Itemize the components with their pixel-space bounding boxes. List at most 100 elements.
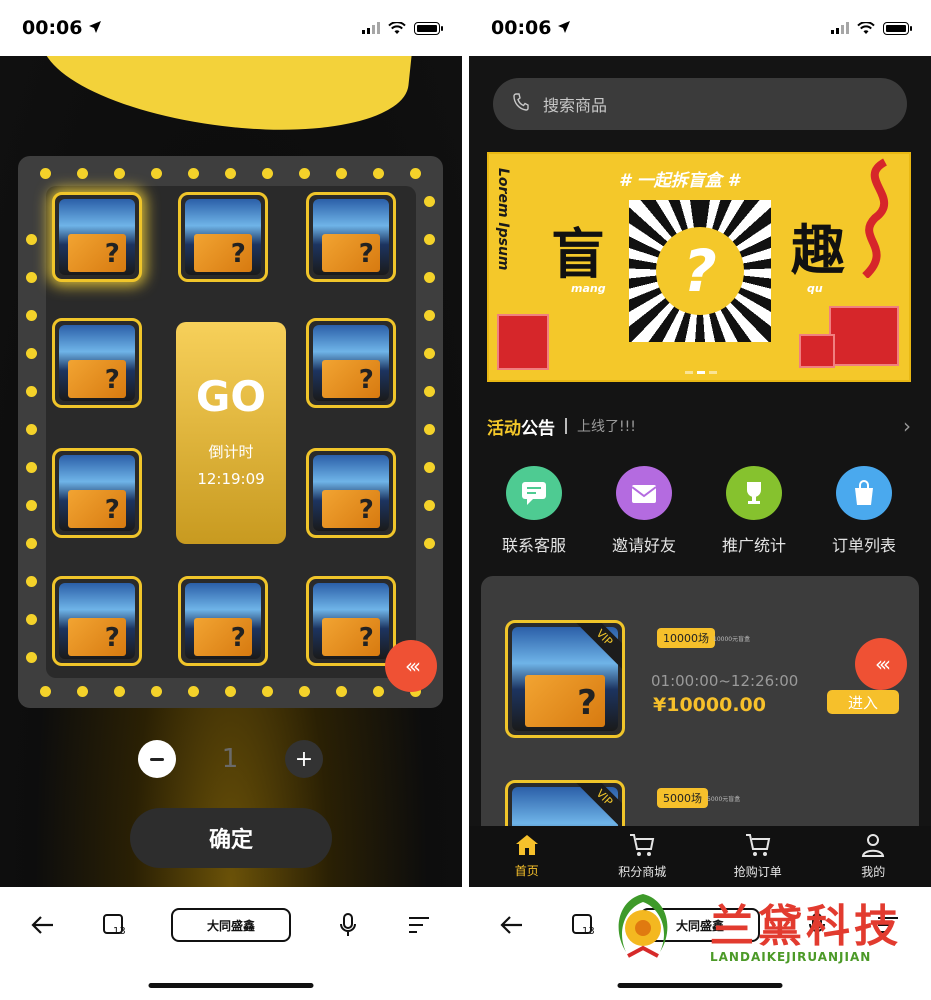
gift-box-icon [799, 334, 835, 368]
blind-box-tile[interactable]: ? [178, 192, 268, 282]
tab-home[interactable]: 首页 [477, 834, 577, 879]
marquee-dot [262, 686, 273, 697]
tab-bar: 首页 积分商城 抢购订单 我的 [469, 826, 931, 887]
announcement-bar[interactable]: 活动 公告 上线了!!! › [487, 410, 911, 442]
go-button[interactable]: GO 倒计时 12:19:09 [176, 322, 286, 544]
home-indicator [617, 983, 783, 988]
minus-button[interactable] [138, 740, 176, 778]
battery-icon [883, 21, 912, 35]
countdown-label: 倒计时 [208, 443, 254, 461]
session-badge-sub: 5000元盲盒 [707, 796, 741, 803]
countdown-value: 12:19:09 [197, 470, 265, 488]
right-phone: 00:06 搜索商品 Lorem Ipsum # 一起拆盲盒 # 盲 mang … [469, 0, 931, 1000]
blind-box-tile[interactable]: ? [306, 192, 396, 282]
quick-action-label: 推广统计 [721, 536, 786, 555]
blind-box-tile[interactable]: ? [306, 576, 396, 666]
promo-banner[interactable]: Lorem Ipsum # 一起拆盲盒 # 盲 mang ? 趣 qu [487, 152, 911, 382]
svg-text:13: 13 [582, 926, 595, 937]
cart-icon [630, 834, 655, 856]
float-back-button[interactable]: ‹‹‹ [385, 640, 437, 692]
quick-actions: 联系客服 邀请好友 推广统计 订单列表 [479, 466, 919, 556]
marquee-dot [424, 348, 435, 359]
marquee-dot [424, 462, 435, 473]
blind-box-tile[interactable]: ? [52, 318, 142, 408]
tab-label: 我的 [861, 865, 886, 879]
svg-text:13: 13 [113, 926, 126, 937]
enter-button[interactable]: 进入 [827, 690, 899, 714]
marquee-dot [77, 686, 88, 697]
blind-box-tile[interactable]: ? [178, 576, 268, 666]
marquee-dot [424, 386, 435, 397]
marquee-dot [424, 196, 435, 207]
trophy-icon [726, 466, 782, 520]
home-indicator [148, 983, 314, 988]
wifi-icon [388, 21, 406, 34]
blind-box-tile[interactable]: ? [306, 318, 396, 408]
search-input[interactable]: 搜索商品 [493, 78, 907, 130]
marquee-dot [225, 168, 236, 179]
quick-action-invite[interactable]: 邀请好友 [589, 466, 699, 556]
marquee-dot [410, 168, 421, 179]
blind-box-image: ? [59, 583, 135, 659]
blind-box-image: ? [59, 455, 135, 531]
marquee-dot [114, 168, 125, 179]
blind-box-tile[interactable]: ? [52, 192, 142, 282]
quick-action-orders[interactable]: 订单列表 [809, 466, 919, 556]
address-bar[interactable]: 大同盛鑫 [171, 908, 291, 942]
quantity-value: 1 [221, 744, 239, 774]
decorative-shape [34, 56, 416, 145]
banner-left-pinyin: mang [571, 282, 606, 295]
microphone-icon[interactable] [333, 910, 363, 940]
tab-label: 积分商城 [618, 865, 667, 879]
status-icons [831, 21, 912, 35]
blind-box-image: ? [313, 325, 389, 401]
blind-box-tile[interactable]: ? [52, 576, 142, 666]
float-back-button[interactable]: ‹‹‹ [855, 638, 907, 690]
triple-chevron-icon: ‹‹‹ [405, 654, 421, 678]
blind-box-tile[interactable]: ? [306, 448, 396, 538]
confirm-button[interactable]: 确定 [130, 808, 332, 868]
back-arrow-icon[interactable] [497, 910, 527, 940]
location-arrow-icon [557, 17, 571, 39]
blind-box-image: ? [313, 455, 389, 531]
marquee-dot [188, 686, 199, 697]
watermark-subtext: LANDAIKEJIRUANJIAN [710, 950, 872, 964]
session-badge: 10000场 [657, 628, 715, 648]
tabs-icon[interactable]: 13 [569, 910, 599, 940]
quick-action-label: 订单列表 [831, 536, 896, 555]
product-image[interactable]: ? VIP [505, 620, 625, 738]
screenshot-root: 00:06 ? ? ? ? ? ? ? ? ? ? GO 倒计时 12:19:0… [0, 0, 931, 1000]
marquee-dot [26, 652, 37, 663]
tab-rush-orders[interactable]: 抢购订单 [708, 833, 808, 880]
question-mark-icon: ? [656, 227, 744, 315]
marquee-dot [151, 168, 162, 179]
marquee-dot [373, 168, 384, 179]
tabs-icon[interactable]: 13 [100, 910, 130, 940]
banner-title: # 一起拆盲盒 # [619, 171, 740, 191]
marquee-dot [188, 168, 199, 179]
plus-button[interactable]: + [285, 740, 323, 778]
status-time-text: 00:06 [22, 17, 83, 39]
quick-action-customer-service[interactable]: 联系客服 [479, 466, 589, 556]
banner-mystery-graphic: ? [629, 200, 771, 342]
status-time: 00:06 [22, 17, 102, 39]
back-arrow-icon[interactable] [28, 910, 58, 940]
marquee-dot [40, 686, 51, 697]
location-arrow-icon [88, 17, 102, 39]
tab-mine[interactable]: 我的 [823, 833, 923, 880]
mail-icon [616, 466, 672, 520]
quick-action-stats[interactable]: 推广统计 [699, 466, 809, 556]
bag-icon [836, 466, 892, 520]
tab-points-mall[interactable]: 积分商城 [592, 833, 692, 880]
blind-box-tile[interactable]: ? [52, 448, 142, 538]
marquee-dot [262, 168, 273, 179]
wifi-icon [857, 21, 875, 34]
banner-right-char: 趣 [791, 219, 845, 282]
status-bar: 00:06 [469, 0, 931, 56]
status-time: 00:06 [491, 17, 571, 39]
ribbon-icon [862, 158, 889, 278]
marquee-dot [26, 424, 37, 435]
tab-label: 首页 [514, 864, 539, 878]
menu-icon[interactable] [404, 910, 434, 940]
battery-icon [414, 21, 443, 35]
